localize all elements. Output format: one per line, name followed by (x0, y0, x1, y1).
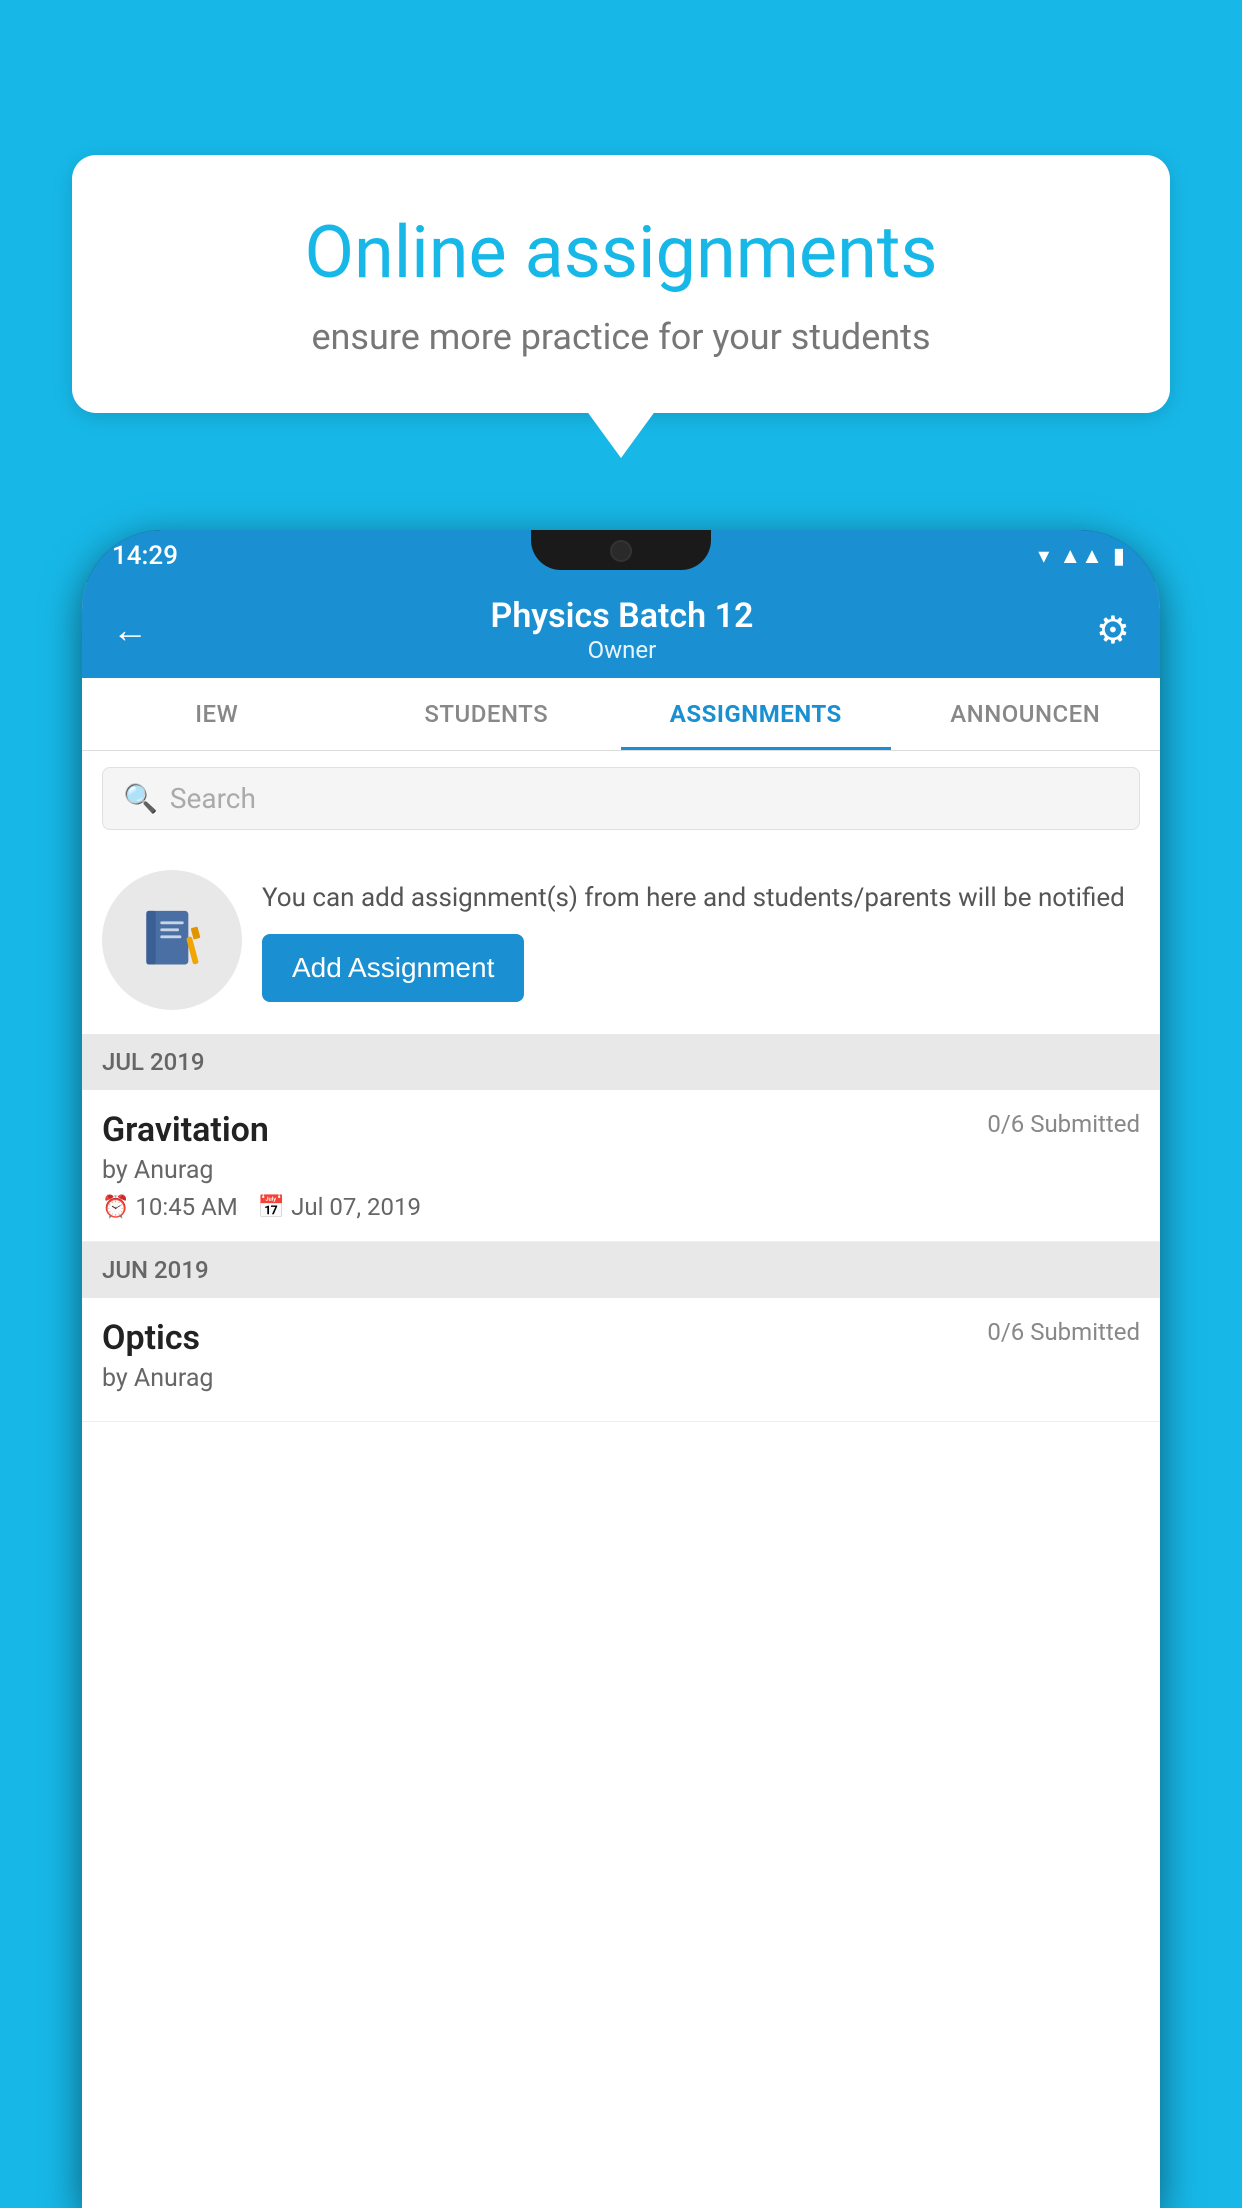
search-icon: 🔍 (123, 782, 158, 815)
assignment-row-top: Gravitation 0/6 Submitted (102, 1110, 1140, 1150)
info-card: You can add assignment(s) from here and … (82, 846, 1160, 1034)
assignment-submitted-optics: 0/6 Submitted (987, 1318, 1140, 1346)
search-container: 🔍 Search (82, 751, 1160, 846)
assignment-item-optics[interactable]: Optics 0/6 Submitted by Anurag (82, 1298, 1160, 1422)
back-button[interactable]: ← (112, 609, 148, 651)
search-placeholder: Search (170, 782, 256, 815)
phone-camera (610, 540, 632, 562)
section-header-jun: JUN 2019 (82, 1242, 1160, 1298)
speech-bubble-title: Online assignments (132, 210, 1110, 296)
wifi-icon: ▾ (1038, 544, 1049, 569)
header-subtitle: Owner (491, 636, 754, 664)
status-time: 14:29 (112, 541, 178, 571)
tab-announcements[interactable]: ANNOUNCEN (891, 678, 1161, 750)
screen-content: 🔍 Search (82, 751, 1160, 1422)
phone-notch (531, 530, 711, 570)
speech-bubble-subtitle: ensure more practice for your students (132, 316, 1110, 358)
assignment-row-top-optics: Optics 0/6 Submitted (102, 1318, 1140, 1358)
signal-icon: ▲▲ (1059, 543, 1103, 569)
app-header: ← Physics Batch 12 Owner ⚙ (82, 582, 1160, 678)
phone-screen: ← Physics Batch 12 Owner ⚙ IEW STUDENTS … (82, 582, 1160, 2208)
assignment-name-gravitation: Gravitation (102, 1110, 269, 1150)
tab-iew[interactable]: IEW (82, 678, 352, 750)
assignment-by-optics: by Anurag (102, 1364, 1140, 1393)
status-icons: ▾ ▲▲ ▮ (1038, 543, 1125, 569)
info-description: You can add assignment(s) from here and … (262, 879, 1140, 918)
phone-frame: 14:29 ▾ ▲▲ ▮ ← Physics Batch 12 Owner ⚙ … (82, 530, 1160, 2208)
assignment-time-gravitation: ⏰ 10:45 AM (102, 1193, 238, 1221)
tab-bar: IEW STUDENTS ASSIGNMENTS ANNOUNCEN (82, 678, 1160, 751)
section-header-jul: JUL 2019 (82, 1034, 1160, 1090)
clock-icon: ⏰ (102, 1195, 129, 1220)
header-title: Physics Batch 12 (491, 596, 754, 636)
search-bar[interactable]: 🔍 Search (102, 767, 1140, 830)
tab-students[interactable]: STUDENTS (352, 678, 622, 750)
assignment-submitted-gravitation: 0/6 Submitted (987, 1110, 1140, 1138)
assignment-date-gravitation: 📅 Jul 07, 2019 (258, 1193, 421, 1221)
battery-icon: ▮ (1113, 544, 1125, 569)
add-assignment-button[interactable]: Add Assignment (262, 934, 524, 1002)
tab-assignments[interactable]: ASSIGNMENTS (621, 678, 891, 750)
assignment-name-optics: Optics (102, 1318, 200, 1358)
assignment-icon-circle (102, 870, 242, 1010)
calendar-icon: 📅 (258, 1195, 285, 1220)
header-center: Physics Batch 12 Owner (491, 596, 754, 664)
speech-bubble: Online assignments ensure more practice … (72, 155, 1170, 413)
settings-icon[interactable]: ⚙ (1096, 608, 1130, 653)
assignment-meta-gravitation: ⏰ 10:45 AM 📅 Jul 07, 2019 (102, 1193, 1140, 1221)
assignment-item-gravitation[interactable]: Gravitation 0/6 Submitted by Anurag ⏰ 10… (82, 1090, 1160, 1242)
assignment-notebook-icon (137, 905, 207, 975)
info-text-container: You can add assignment(s) from here and … (262, 879, 1140, 1002)
assignment-by-gravitation: by Anurag (102, 1156, 1140, 1185)
speech-bubble-container: Online assignments ensure more practice … (72, 155, 1170, 413)
